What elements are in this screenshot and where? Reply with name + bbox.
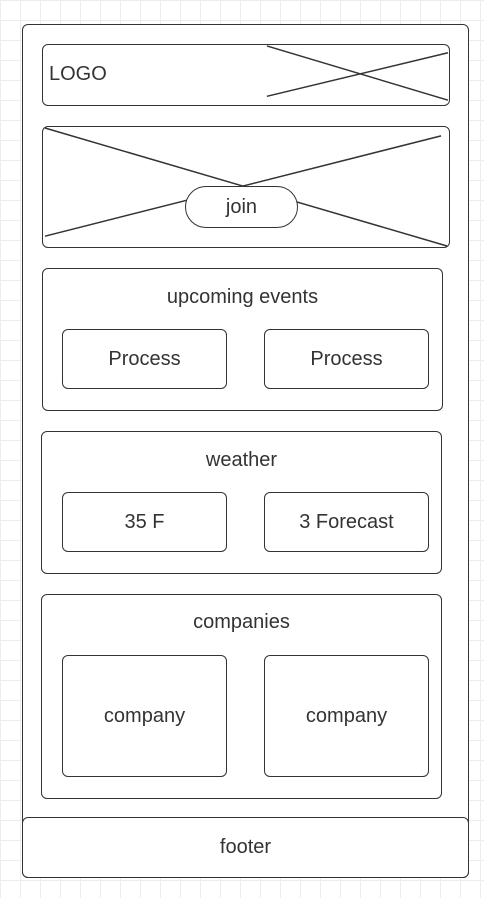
- event-card[interactable]: Process: [264, 329, 429, 389]
- section-title: upcoming events: [166, 286, 319, 308]
- temperature-card[interactable]: 35 F: [62, 492, 227, 552]
- footer: footer: [22, 817, 469, 878]
- image-placeholder-icon: [266, 45, 449, 101]
- section-title: companies: [193, 611, 290, 633]
- join-button[interactable]: join: [185, 186, 298, 228]
- company-card[interactable]: company: [62, 655, 227, 777]
- header-bar: LOGO: [42, 44, 450, 106]
- forecast-card[interactable]: 3 Forecast: [264, 492, 429, 552]
- section-title: weather: [205, 449, 278, 471]
- company-card[interactable]: company: [264, 655, 429, 777]
- event-card[interactable]: Process: [62, 329, 227, 389]
